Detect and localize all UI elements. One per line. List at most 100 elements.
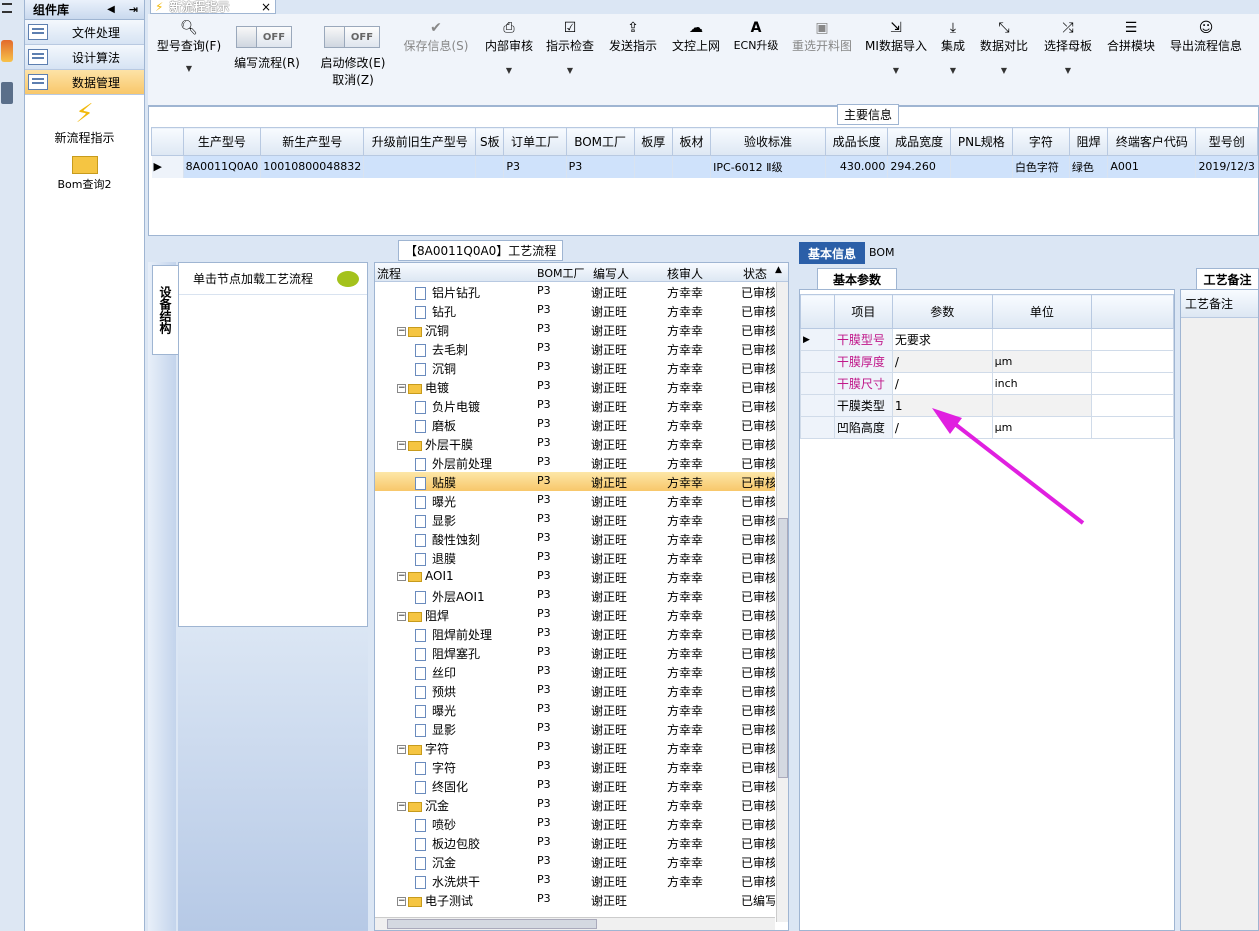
col-header[interactable]: 型号创 bbox=[1195, 127, 1258, 156]
tree-row[interactable]: 沉铜 P3 谢正旺 方幸幸 已审核 bbox=[375, 358, 775, 377]
app-new-process[interactable]: ⚡ 新流程指示 bbox=[25, 99, 144, 146]
model-query-button[interactable]: 🔍︎ 型号查询(F) ▼ bbox=[154, 19, 224, 73]
collapse-left-icon[interactable]: ◀ bbox=[107, 4, 115, 15]
table-row[interactable]: 干膜尺寸 / inch bbox=[800, 372, 1174, 395]
param-cell[interactable]: 无要求 bbox=[891, 328, 993, 351]
tree-row[interactable]: 沉金 P3 谢正旺 方幸幸 已审核 bbox=[375, 852, 775, 871]
tree-group-row[interactable]: − AOI1 P3 谢正旺 方幸幸 已审核 bbox=[375, 567, 775, 586]
col-header[interactable]: 生产型号 bbox=[182, 127, 262, 156]
cell[interactable]: 430.000 bbox=[825, 155, 889, 178]
instruction-check-button[interactable]: ☑ 指示检查 ▼ bbox=[545, 19, 595, 75]
collapse-icon[interactable]: − bbox=[397, 384, 406, 393]
scrollbar-thumb[interactable] bbox=[387, 919, 597, 929]
tree-row[interactable]: 板边包胶 P3 谢正旺 方幸幸 已审核 bbox=[375, 833, 775, 852]
cell[interactable]: 8A0011Q0A0 bbox=[183, 155, 262, 178]
close-icon[interactable]: × bbox=[261, 0, 271, 14]
tree-row[interactable]: 水洗烘干 P3 谢正旺 方幸幸 已审核 bbox=[375, 871, 775, 890]
table-row[interactable]: 干膜厚度 / μm bbox=[800, 350, 1174, 373]
tool-icon[interactable] bbox=[1, 82, 13, 104]
robot-icon[interactable] bbox=[1, 40, 13, 62]
tree-group-row[interactable]: − 电镀 P3 谢正旺 方幸幸 已审核 bbox=[375, 377, 775, 396]
tab-bom[interactable]: BOM bbox=[869, 246, 895, 259]
table-row[interactable]: ▶ 干膜型号 无要求 bbox=[800, 328, 1174, 351]
tree-row[interactable]: 外层前处理 P3 谢正旺 方幸幸 已审核 bbox=[375, 453, 775, 472]
nav-data-management[interactable]: 数据管理 bbox=[25, 70, 144, 95]
param-cell[interactable]: / bbox=[891, 350, 993, 373]
col-header[interactable]: PNL规格 bbox=[949, 127, 1013, 156]
cell[interactable] bbox=[634, 155, 673, 178]
collapse-icon[interactable]: − bbox=[397, 897, 406, 906]
col-header[interactable]: 项目 bbox=[833, 294, 893, 329]
cell[interactable]: 绿色 bbox=[1069, 155, 1109, 178]
col-header[interactable]: BOM工厂 bbox=[537, 265, 585, 281]
cell[interactable]: IPC-6012 Ⅱ级 bbox=[710, 155, 826, 178]
pin-icon[interactable]: ⇥ bbox=[129, 3, 138, 16]
unit-cell[interactable]: μm bbox=[991, 350, 1093, 373]
col-header[interactable]: 验收标准 bbox=[710, 127, 826, 156]
tree-group-row[interactable]: − 沉金 P3 谢正旺 方幸幸 已审核 bbox=[375, 795, 775, 814]
collapse-icon[interactable]: − bbox=[397, 802, 406, 811]
col-header[interactable]: 终端客户代码 bbox=[1107, 127, 1197, 156]
tree-row[interactable]: 曝光 P3 谢正旺 方幸幸 已审核 bbox=[375, 491, 775, 510]
tree-row[interactable]: 预烘 P3 谢正旺 方幸幸 已审核 bbox=[375, 681, 775, 700]
tree-row[interactable]: 磨板 P3 谢正旺 方幸幸 已审核 bbox=[375, 415, 775, 434]
select-mother-board-button[interactable]: ⤮ 选择母板 ▼ bbox=[1043, 19, 1093, 75]
reselect-cut-chart-button[interactable]: ▣ 重选开料图 bbox=[790, 19, 854, 54]
col-header[interactable]: 单位 bbox=[991, 294, 1093, 329]
col-header[interactable]: 成品宽度 bbox=[887, 127, 951, 156]
cell[interactable]: A001 bbox=[1107, 155, 1197, 178]
tree-row[interactable]: 终固化 P3 谢正旺 方幸幸 已审核 bbox=[375, 776, 775, 795]
doc-tab[interactable]: ⚡ 新流程指示 × bbox=[150, 0, 276, 14]
tree-row[interactable]: 外层AOI1 P3 谢正旺 方幸幸 已审核 bbox=[375, 586, 775, 605]
doc-control-online-button[interactable]: ☁ 文控上网 bbox=[670, 19, 722, 54]
col-header[interactable]: 状态 bbox=[743, 265, 767, 282]
cell[interactable] bbox=[672, 155, 712, 178]
mi-data-import-button[interactable]: ⇲ MI数据导入 ▼ bbox=[864, 19, 928, 75]
col-header[interactable]: 板厚 bbox=[633, 127, 673, 156]
send-instruction-button[interactable]: ⇪ 发送指示 bbox=[608, 19, 658, 54]
tree-group-row[interactable]: − 电子测试 P3 谢正旺 已编写 bbox=[375, 890, 775, 909]
sort-arrow-icon[interactable]: ▲ bbox=[775, 265, 782, 275]
write-flow-toggle[interactable]: OFF bbox=[236, 26, 292, 48]
tree-row[interactable]: 铝片钻孔 P3 谢正旺 方幸幸 已审核 bbox=[375, 282, 775, 301]
node-hint[interactable]: 单击节点加载工艺流程 bbox=[179, 263, 367, 295]
col-header[interactable]: 参数 bbox=[891, 294, 993, 329]
tree-row[interactable]: 酸性蚀刻 P3 谢正旺 方幸幸 已审核 bbox=[375, 529, 775, 548]
table-row[interactable]: ▶ 8A0011Q0A0 10010800048832 P3 P3 IPC-60… bbox=[151, 155, 1258, 178]
tree-row[interactable]: 钻孔 P3 谢正旺 方幸幸 已审核 bbox=[375, 301, 775, 320]
export-flow-info-button[interactable]: ☺ 导出流程信息 bbox=[1168, 19, 1244, 54]
cancel-label[interactable]: 取消(Z) bbox=[318, 71, 388, 88]
col-header[interactable]: S板 bbox=[475, 127, 505, 156]
tree-group-row[interactable]: − 外层干膜 P3 谢正旺 方幸幸 已审核 bbox=[375, 434, 775, 453]
tree-row[interactable]: 负片电镀 P3 谢正旺 方幸幸 已审核 bbox=[375, 396, 775, 415]
param-cell[interactable]: / bbox=[891, 372, 993, 395]
cell[interactable]: 294.260 bbox=[887, 155, 951, 178]
col-header[interactable]: 升级前旧生产型号 bbox=[363, 127, 477, 156]
collapse-icon[interactable]: − bbox=[397, 441, 406, 450]
vertical-scrollbar[interactable] bbox=[776, 282, 788, 922]
collapse-icon[interactable]: − bbox=[397, 572, 406, 581]
tree-row[interactable]: 阻焊前处理 P3 谢正旺 方幸幸 已审核 bbox=[375, 624, 775, 643]
cell[interactable]: P3 bbox=[503, 155, 567, 178]
tree-row[interactable]: 退膜 P3 谢正旺 方幸幸 已审核 bbox=[375, 548, 775, 567]
tab-basic-info[interactable]: 基本信息 bbox=[799, 242, 865, 264]
integrate-button[interactable]: ⤓ 集成 ▼ bbox=[938, 19, 968, 75]
collapse-icon[interactable]: − bbox=[397, 745, 406, 754]
app-bom-query[interactable]: Bom查询2 bbox=[25, 156, 144, 192]
tree-row[interactable]: 显影 P3 谢正旺 方幸幸 已审核 bbox=[375, 510, 775, 529]
col-header[interactable]: 字符 bbox=[1011, 127, 1070, 156]
tree-row[interactable]: 字符 P3 谢正旺 方幸幸 已审核 bbox=[375, 757, 775, 776]
save-info-button[interactable]: ✔ 保存信息(S) bbox=[402, 19, 470, 54]
tree-row[interactable]: 喷砂 P3 谢正旺 方幸幸 已审核 bbox=[375, 814, 775, 833]
horizontal-scrollbar[interactable] bbox=[375, 917, 775, 930]
collapse-icon[interactable]: − bbox=[397, 327, 406, 336]
col-header[interactable]: 核审人 bbox=[667, 265, 703, 282]
cell[interactable] bbox=[363, 155, 477, 178]
col-header[interactable]: 阻焊 bbox=[1068, 127, 1109, 156]
cell[interactable]: 白色字符 bbox=[1012, 155, 1070, 178]
col-header[interactable]: 新生产型号 bbox=[260, 127, 365, 156]
tree-row[interactable]: 曝光 P3 谢正旺 方幸幸 已审核 bbox=[375, 700, 775, 719]
col-header[interactable]: 编写人 bbox=[593, 265, 629, 282]
unit-cell[interactable]: inch bbox=[991, 372, 1093, 395]
merge-module-button[interactable]: ☰ 合拼模块 bbox=[1106, 19, 1156, 54]
